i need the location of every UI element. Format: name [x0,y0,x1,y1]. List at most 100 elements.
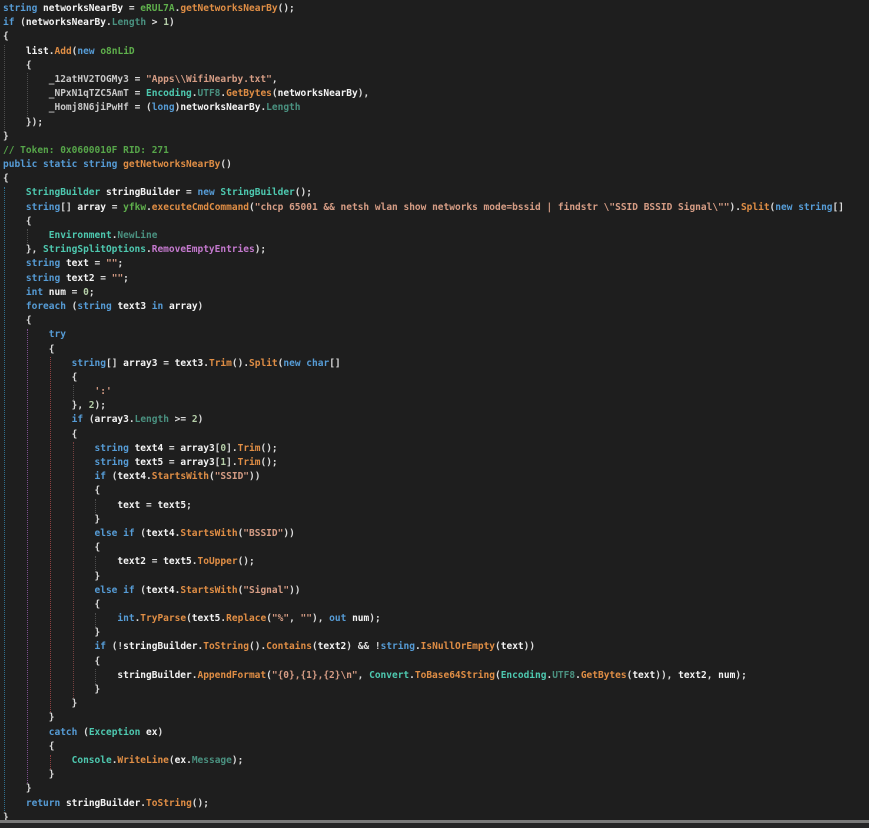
code-line: { [3,598,869,612]
code-token-pln [3,301,26,312]
code-token-pun: (); [278,3,295,14]
decompiler-code-pane: string networksNearBy = eRUL7A.getNetwor… [0,0,869,828]
code-token-fld: _Homj8N6jiPwHf [49,102,129,113]
code-token-pun: = [169,443,180,454]
code-line: } [3,768,869,782]
code-token-kw: if [95,471,106,482]
code-token-gt: eRUL7A [140,3,174,14]
code-token-kw: string [26,202,60,213]
code-token-kw: return [26,798,60,809]
code-token-c: // Token: 0x0600010F RID: 271 [3,145,169,156]
code-line: if (text4.StartsWith("SSID")) [3,470,869,484]
code-line: { [3,655,869,669]
code-token-m: TryParse [140,613,186,624]
code-token-fld: _12atHV2TOGMy3 [49,74,129,85]
code-token-fld: _NPxN1qTZC5AmT [49,88,129,99]
code-token-pun: )) [283,528,294,539]
code-token-m: getNetworksNearBy [180,3,277,14]
code-line: string text4 = array3[0].Trim(); [3,442,869,456]
code-token-pln [3,755,72,766]
code-token-pln [3,798,26,809]
code-token-pun: ]. [226,443,237,454]
code-token-pun: ( [135,585,146,596]
code-token-gt: yfkw [123,202,146,213]
code-token-pun: = [129,3,140,14]
code-token-pun: (! [106,641,123,652]
code-line: _NPxN1qTZC5AmT = Encoding.UTF8.GetBytes(… [3,87,869,101]
code-line: { [3,343,869,357]
code-line: if (!stringBuilder.ToString().Contains(t… [3,640,869,654]
code-token-pun: ) [157,727,163,738]
code-token-pun: = [129,74,146,85]
code-token-pun: ). [729,202,740,213]
code-token-kw: foreach [26,301,66,312]
code-token-pun: = [169,457,180,468]
code-token-kw: new [77,46,94,57]
code-token-kw: new [775,202,792,213]
code-token-pln: text4 [129,443,169,454]
code-token-pun: )), [655,670,678,681]
code-token-pr: Message [192,755,232,766]
code-editor[interactable]: string networksNearBy = eRUL7A.getNetwor… [0,0,869,828]
code-token-pun: ( [106,471,117,482]
code-line: Console.WriteLine(ex.Message); [3,754,869,768]
code-token-kw: int [26,287,43,298]
code-token-pln [3,258,26,269]
code-token-pln [3,471,95,482]
code-token-pln: ex [140,727,157,738]
code-token-pun: { [3,173,9,184]
code-token-m: Contains [266,641,312,652]
code-token-pun: , [358,670,369,681]
code-line: ':' [3,385,869,399]
code-line: }, 2); [3,399,869,413]
code-token-pun: ; [186,500,192,511]
code-token-pln: text2 [60,273,100,284]
code-token-pun: ]. [226,457,237,468]
code-token-m: ToUpper [198,556,238,567]
code-token-ty: StringSplitOptions [43,244,146,255]
code-line: { [3,59,869,73]
code-token-pln [3,273,26,284]
code-token-kw: new [198,187,215,198]
code-token-pln: array3 [95,414,129,425]
code-token-pun: { [3,372,77,383]
code-token-pln: text [501,641,524,652]
code-line: } [3,130,869,144]
code-token-pln: networksNearBy [278,88,358,99]
code-token-en: RemoveEmptyEntries [152,244,255,255]
code-token-pln: num [346,613,369,624]
code-token-pun: = [152,556,163,567]
code-token-s: "SSID" [215,471,249,482]
code-token-gt: o8nLiD [100,46,134,57]
code-token-m: Replace [226,613,266,624]
code-token-m: Split [741,202,770,213]
code-token-pln: num [718,670,735,681]
code-token-pln: stringBuilder [60,798,140,809]
code-token-pun: } [3,131,9,142]
code-token-kw: string [26,273,60,284]
code-line: { [3,371,869,385]
horizontal-scrollbar-thumb[interactable] [0,820,869,823]
code-token-kw: string [3,3,37,14]
code-line: { [3,740,869,754]
code-token-pln [3,358,72,369]
code-token-pln: text5 [192,613,221,624]
code-line: } [3,697,869,711]
code-token-m: AppendFormat [197,670,266,681]
code-token-ty: Console [72,755,112,766]
code-token-pr: Length [135,414,169,425]
code-token-m: getNetworksNearBy [123,159,220,170]
code-token-pun: ) [198,301,204,312]
code-token-pln: text [3,500,146,511]
code-token-pun: { [3,485,100,496]
code-line: return stringBuilder.ToString(); [3,797,869,811]
code-line: string[] array3 = text3.Trim().Split(new… [3,357,869,371]
code-token-s: "BSSID" [243,528,283,539]
code-token-pln: text5 [129,457,169,468]
code-token-pun: = [129,88,146,99]
horizontal-scrollbar[interactable] [0,820,869,828]
code-token-s: "{0},{1},{2}\n" [272,670,358,681]
code-token-pln [3,102,49,113]
code-token-s: ':' [95,386,112,397]
code-token-pun: = ( [129,102,152,113]
